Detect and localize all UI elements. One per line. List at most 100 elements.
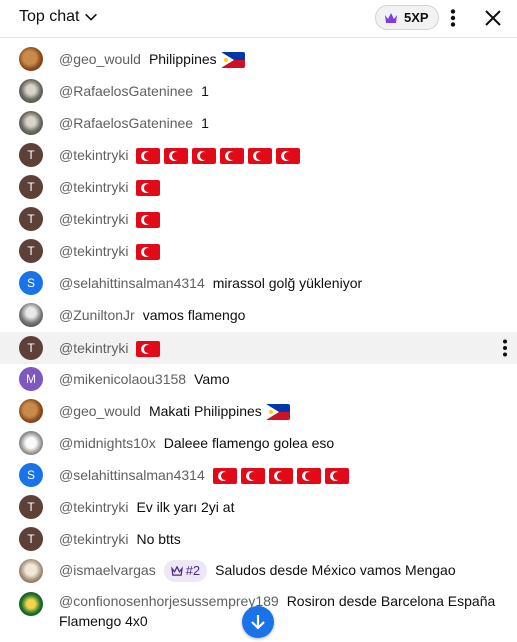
avatar[interactable]: T [19,495,43,519]
avatar[interactable] [19,303,43,327]
flag-list [136,148,301,165]
message-line: @tekintryki [59,209,499,229]
chat-message[interactable]: @geo_would Makati Philippines [0,398,517,424]
message-more-button[interactable] [493,336,517,360]
avatar[interactable]: T [19,207,43,231]
message-line: @confionosenhorjesussemprey189 Rosiron de… [59,591,499,631]
philippines-flag-icon [265,404,290,421]
message-line: @selahittinsalman4314 [59,465,499,485]
author-name[interactable]: @tekintryki [59,499,128,515]
message-text: vamos flamengo [142,307,246,323]
message-line: @RafaelosGateninee 1 [59,113,499,133]
avatar[interactable] [19,592,43,616]
chat-message[interactable]: @ismaelvargas #2 Saludos desde México vamo… [0,558,517,584]
author-name[interactable]: @tekintryki [59,179,128,195]
more-options-button[interactable] [441,6,465,30]
message-text: Vamo [194,371,230,387]
avatar[interactable] [19,47,43,71]
top-chat-dropdown[interactable]: Top chat [19,8,99,26]
message-text: 1 [201,83,209,99]
chat-message[interactable]: @RafaelosGateninee 1 [0,110,517,136]
avatar[interactable]: S [19,463,43,487]
close-icon [485,10,501,26]
message-text: Ev ilk yarı 2yi at [136,499,235,515]
turkey-flag-icon [296,468,321,485]
chat-message[interactable]: @RafaelosGateninee 1 [0,78,517,104]
author-name[interactable]: @selahittinsalman4314 [59,275,205,291]
message-line: @mikenicolaou3158 Vamo [59,369,499,389]
flag-list [136,212,161,229]
turkey-flag-icon [220,148,245,165]
message-text: Makati Philippines [148,403,262,419]
message-line: @midnights10x Daleee flamengo golea eso [59,433,499,453]
author-name[interactable]: @tekintryki [59,211,128,227]
author-name[interactable]: @selahittinsalman4314 [59,467,205,483]
chat-message[interactable]: @geo_would Philippines [0,46,517,72]
xp-label: 5XP [404,10,429,25]
turkey-flag-icon [276,148,301,165]
chat-message[interactable]: T @tekintryki [0,206,517,232]
chevron-down-icon [85,13,98,21]
avatar[interactable] [19,79,43,103]
chat-message[interactable]: T @tekintryki No btts [0,526,517,552]
chat-message[interactable]: M @mikenicolaou3158 Vamo [0,366,517,392]
scroll-to-bottom-button[interactable] [242,606,274,638]
chat-header: Top chat 5XP [0,0,517,38]
author-name[interactable]: @geo_would [59,403,141,419]
author-name[interactable]: @tekintryki [59,531,128,547]
crown-icon [385,12,397,23]
close-button[interactable] [481,6,505,30]
turkey-flag-icon [136,148,161,165]
message-line: @tekintryki No btts [59,529,499,549]
message-line: @ZuniltonJr vamos flamengo [59,305,499,325]
avatar[interactable]: S [19,271,43,295]
author-name[interactable]: @mikenicolaou3158 [59,371,186,387]
author-name[interactable]: @ZuniltonJr [59,307,135,323]
chat-message[interactable]: @midnights10x Daleee flamengo golea eso [0,430,517,456]
chat-message[interactable]: T @tekintryki Ev ilk yarı 2yi at [0,494,517,520]
avatar[interactable]: T [19,336,43,360]
chat-message[interactable]: S @selahittinsalman4314 [0,462,517,488]
turkey-flag-icon [136,244,161,261]
avatar[interactable]: T [19,175,43,199]
chat-message[interactable]: S @selahittinsalman4314 mirassol golğ yük… [0,270,517,296]
author-name[interactable]: @RafaelosGateninee [59,115,193,131]
chat-message[interactable]: @ZuniltonJr vamos flamengo [0,302,517,328]
turkey-flag-icon [164,148,189,165]
turkey-flag-icon [212,468,237,485]
avatar[interactable]: M [19,367,43,391]
turkey-flag-icon [240,468,265,485]
avatar[interactable] [19,559,43,583]
arrow-down-icon [251,615,265,630]
more-vert-icon [503,339,507,357]
chat-message[interactable]: T @tekintryki [0,238,517,264]
author-name[interactable]: @confionosenhorjesussemprey189 [59,593,279,609]
avatar[interactable]: T [19,143,43,167]
avatar[interactable]: T [19,239,43,263]
chat-message[interactable]: T @tekintryki [0,142,517,168]
author-name[interactable]: @ismaelvargas [59,562,156,578]
message-text: Philippines [148,51,217,67]
message-line: @ismaelvargas #2 Saludos desde México vamo… [59,560,499,583]
avatar[interactable] [19,431,43,455]
author-name[interactable]: @geo_would [59,51,141,67]
message-line: @tekintryki [59,241,499,261]
chat-message[interactable]: T @tekintryki [0,174,517,200]
avatar[interactable] [19,399,43,423]
avatar[interactable] [19,111,43,135]
author-name[interactable]: @tekintryki [59,243,128,259]
turkey-flag-icon [136,212,161,229]
author-name[interactable]: @RafaelosGateninee [59,83,193,99]
message-line: @geo_would Makati Philippines [59,401,499,421]
xp-badge[interactable]: 5XP [375,5,439,30]
message-line: @tekintryki [59,338,499,358]
author-name[interactable]: @tekintryki [59,147,128,163]
avatar[interactable]: T [19,527,43,551]
flag-list [220,52,245,69]
author-name[interactable]: @tekintryki [59,340,128,356]
author-name[interactable]: @midnights10x [59,435,156,451]
chat-message-highlighted[interactable]: T @tekintryki [0,332,517,364]
message-line: @RafaelosGateninee 1 [59,81,499,101]
top-chat-title: Top chat [19,8,80,25]
rank-badge[interactable]: #2 [163,560,208,583]
